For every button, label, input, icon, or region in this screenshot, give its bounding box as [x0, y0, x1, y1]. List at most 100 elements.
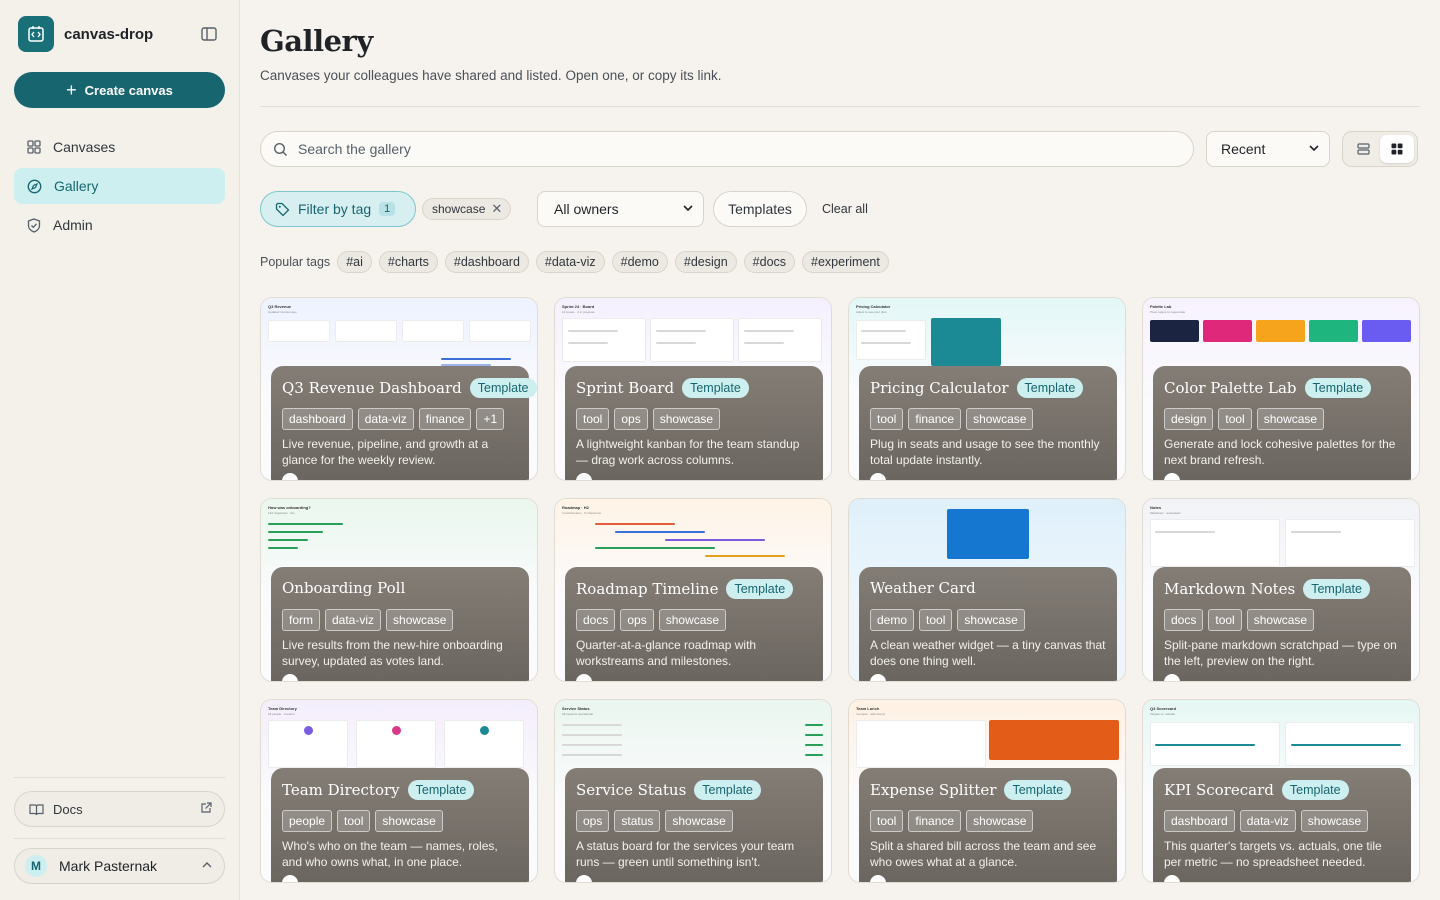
- popular-tag[interactable]: #ai: [337, 251, 372, 273]
- card-tag[interactable]: +1: [476, 408, 505, 430]
- gallery-card[interactable]: Weather Card demo tool showcase A clean weat…: [848, 498, 1126, 682]
- sidebar-toggle-icon[interactable]: [198, 24, 220, 44]
- template-badge: Template: [1004, 780, 1072, 800]
- preview-subtitle: Targets vs. actuals: [1150, 712, 1175, 716]
- card-description: Quarter-at-a-glance roadmap with workstr…: [576, 638, 757, 668]
- card-tag[interactable]: tool: [870, 810, 904, 832]
- card-tag[interactable]: showcase: [966, 408, 1034, 430]
- sidebar-item-admin[interactable]: Admin: [14, 207, 225, 243]
- card-tag[interactable]: showcase: [386, 609, 454, 631]
- clear-all-button[interactable]: Clear all: [822, 202, 868, 216]
- card-tag[interactable]: showcase: [957, 609, 1025, 631]
- popular-tag[interactable]: #data-viz: [535, 251, 605, 273]
- gallery-card[interactable]: Notes Markdown · autosaved Markdown Notes T…: [1142, 498, 1420, 682]
- card-tag[interactable]: ops: [614, 408, 648, 430]
- card-description: Split a shared bill across the team and …: [870, 839, 1097, 869]
- gallery-card[interactable]: Sprint 24 · Board 12 issues · 4 in progre…: [554, 297, 832, 481]
- preview-line: [805, 734, 823, 736]
- popular-tag[interactable]: #docs: [743, 251, 796, 273]
- card-tag[interactable]: status: [614, 810, 661, 832]
- templates-toggle-button[interactable]: Templates: [713, 191, 807, 227]
- popular-tag[interactable]: #experiment: [802, 251, 889, 273]
- card-tag[interactable]: finance: [908, 810, 962, 832]
- owner-avatar: [576, 875, 592, 882]
- card-description: A status board for the services your tea…: [576, 839, 795, 869]
- card-tag[interactable]: form: [282, 609, 320, 631]
- owner-avatar: [282, 875, 298, 882]
- active-tag-chip[interactable]: showcase ✕: [422, 198, 512, 220]
- preview-block: [268, 320, 330, 342]
- preview-line: [562, 744, 622, 746]
- card-tag[interactable]: showcase: [1246, 609, 1315, 631]
- card-info-overlay: Pricing Calculator Template tool finance sho…: [859, 366, 1117, 480]
- card-tag[interactable]: tool: [870, 408, 904, 430]
- gallery-card[interactable]: Service Status All systems operational Ser…: [554, 699, 832, 883]
- card-tag[interactable]: docs: [1164, 609, 1204, 631]
- grid-view-button[interactable]: [1380, 135, 1414, 163]
- sidebar-item-canvases[interactable]: Canvases: [14, 129, 225, 165]
- gallery-card[interactable]: Roadmap · H2 4 workstreams · 6 milestones…: [554, 498, 832, 682]
- sidebar-item-gallery[interactable]: Gallery: [14, 168, 225, 204]
- card-tag[interactable]: dashboard: [1164, 810, 1235, 832]
- card-tag[interactable]: people: [282, 810, 333, 832]
- gallery-card[interactable]: How was onboarding? 142 responses · live O…: [260, 498, 538, 682]
- card-tag[interactable]: showcase: [375, 810, 443, 832]
- card-title-text: KPI Scorecard: [1164, 781, 1274, 799]
- card-tag[interactable]: design: [1164, 408, 1214, 430]
- popular-tag[interactable]: #charts: [378, 251, 438, 273]
- card-tag[interactable]: showcase: [1256, 408, 1325, 430]
- owner-avatar: [1164, 674, 1180, 681]
- close-icon[interactable]: ✕: [491, 201, 502, 217]
- card-tag[interactable]: dashboard: [282, 408, 353, 430]
- create-canvas-button[interactable]: + Create canvas: [14, 72, 225, 108]
- user-menu-button[interactable]: M Mark Pasternak: [14, 848, 225, 884]
- preview-title: Team Directory: [268, 706, 297, 711]
- preview-line: [861, 330, 906, 332]
- brand[interactable]: canvas-drop: [18, 16, 153, 52]
- card-tag[interactable]: showcase: [966, 810, 1034, 832]
- card-tag[interactable]: showcase: [658, 609, 727, 631]
- card-tag[interactable]: tool: [337, 810, 371, 832]
- gallery-card[interactable]: Q3 Revenue Updated minutes ago Q3 Revenue …: [260, 297, 538, 481]
- card-tag[interactable]: tool: [919, 609, 953, 631]
- chevron-down-icon: [683, 205, 693, 212]
- gallery-card[interactable]: Pricing Calculator Adjust to see your pla…: [848, 297, 1126, 481]
- popular-tags: Popular tags #ai #charts #dashboard #dat…: [260, 251, 896, 273]
- popular-tag[interactable]: #dashboard: [444, 251, 529, 273]
- card-tag[interactable]: data-viz: [357, 408, 414, 430]
- sort-select[interactable]: Recent: [1206, 131, 1330, 167]
- owners-select[interactable]: All owners: [537, 191, 704, 227]
- card-tag[interactable]: showcase: [652, 408, 721, 430]
- card-tag[interactable]: docs: [576, 609, 616, 631]
- card-tag[interactable]: finance: [418, 408, 472, 430]
- search-box[interactable]: [260, 131, 1194, 167]
- card-tag[interactable]: tool: [1218, 408, 1252, 430]
- card-tags: design tool showcase: [1164, 408, 1329, 430]
- card-tag[interactable]: showcase: [1300, 810, 1369, 832]
- popular-tag[interactable]: #demo: [611, 251, 668, 273]
- card-tag[interactable]: tool: [1208, 609, 1242, 631]
- popular-tag[interactable]: #design: [674, 251, 737, 273]
- search-input[interactable]: [298, 141, 1148, 157]
- card-tag[interactable]: tool: [576, 408, 610, 430]
- filter-by-tag-button[interactable]: Filter by tag 1: [260, 191, 416, 227]
- card-tag[interactable]: showcase: [665, 810, 733, 832]
- preview-line: [805, 754, 823, 756]
- card-tag[interactable]: data-viz: [1239, 810, 1296, 832]
- preview-line: [268, 531, 323, 533]
- gallery-card[interactable]: Team Directory 18 people · 4 teams Team Di…: [260, 699, 538, 883]
- card-tag[interactable]: data-viz: [325, 609, 382, 631]
- card-title-text: Pricing Calculator: [870, 379, 1009, 397]
- gallery-card[interactable]: Team Lunch 4 people · split evenly Expense…: [848, 699, 1126, 883]
- preview-block: [738, 318, 822, 362]
- card-info-overlay: Markdown Notes Template docs tool showcase Sp…: [1153, 567, 1411, 681]
- gallery-card[interactable]: Palette Lab Press space to regenerate Colo…: [1142, 297, 1420, 481]
- docs-link[interactable]: Docs: [14, 791, 225, 827]
- preview-block: [650, 318, 734, 362]
- card-tag[interactable]: ops: [576, 810, 610, 832]
- card-tag[interactable]: finance: [908, 408, 962, 430]
- card-tag[interactable]: demo: [870, 609, 915, 631]
- list-view-button[interactable]: [1346, 135, 1380, 163]
- gallery-card[interactable]: Q3 Scorecard Targets vs. actuals KPI Score…: [1142, 699, 1420, 883]
- card-tag[interactable]: ops: [620, 609, 654, 631]
